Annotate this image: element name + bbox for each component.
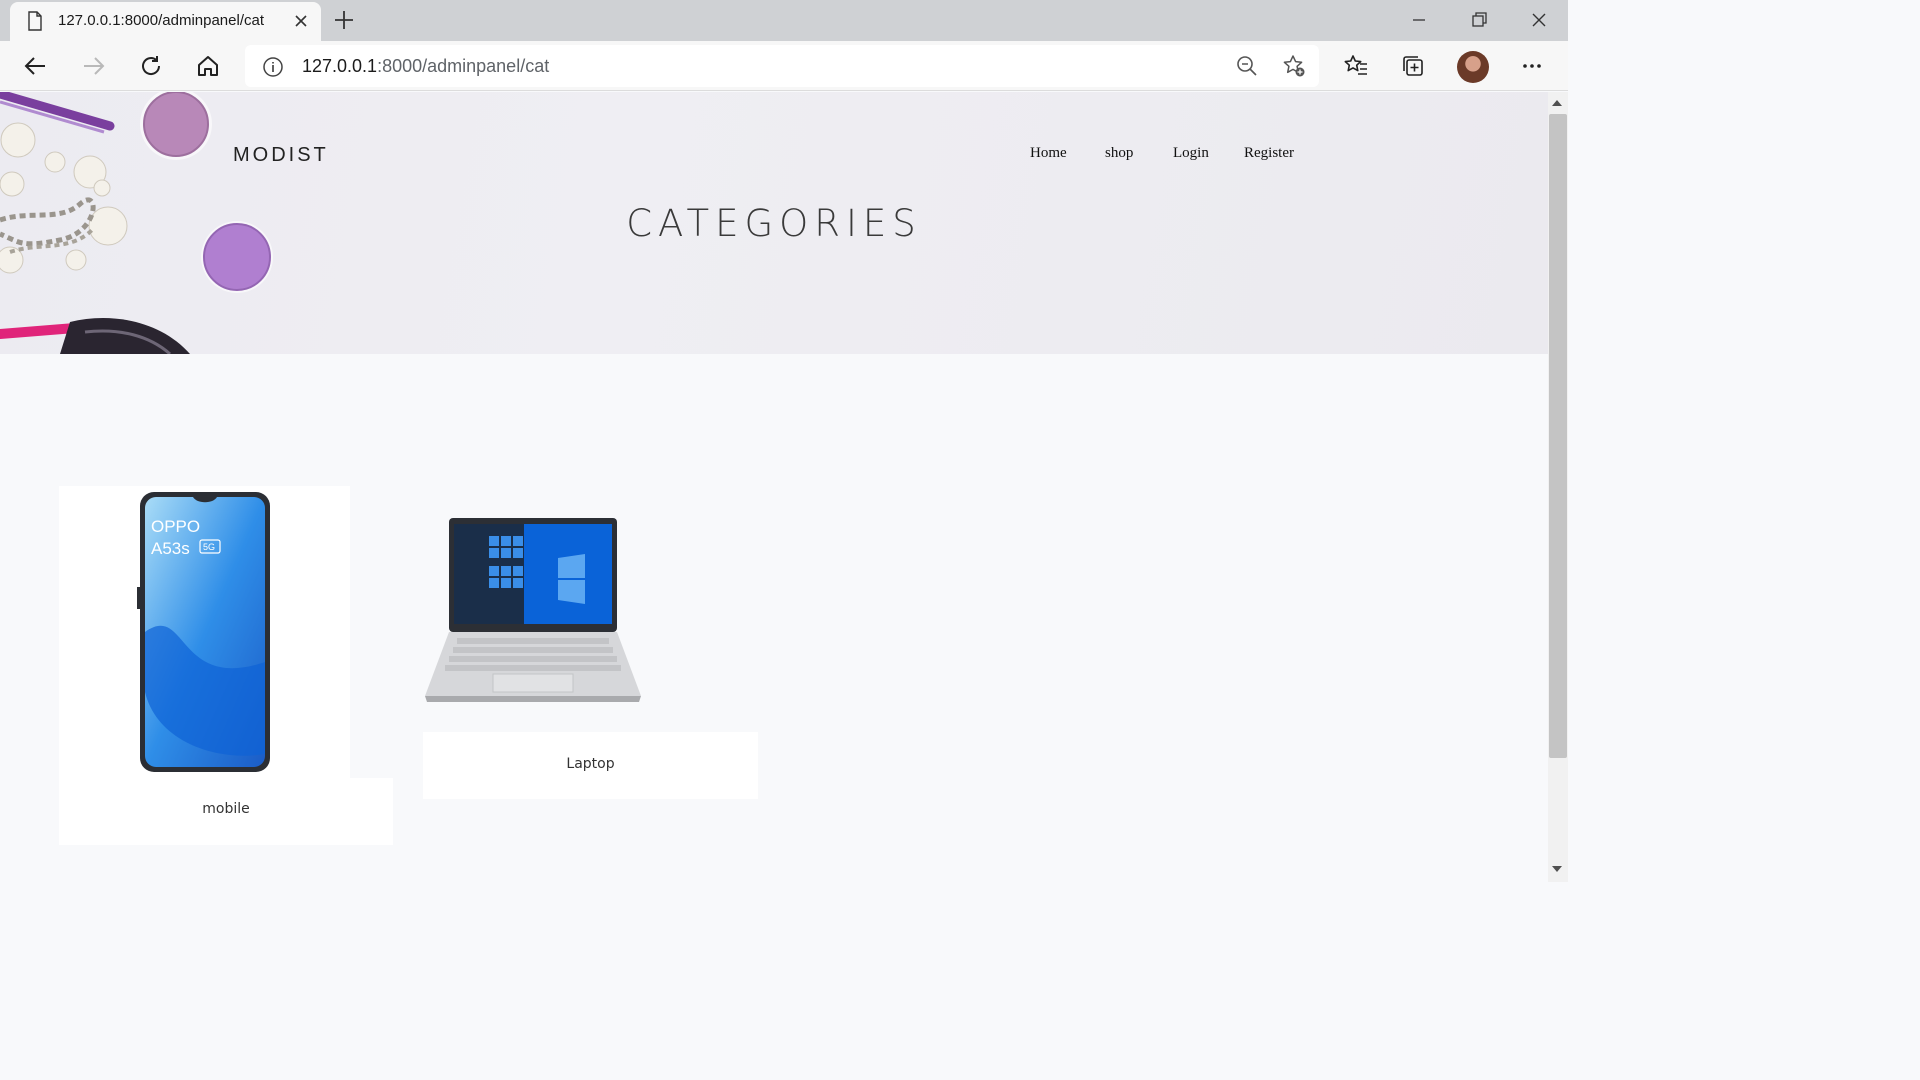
- restore-icon[interactable]: [1469, 10, 1489, 30]
- forward-icon[interactable]: [80, 53, 106, 79]
- svg-text:OPPO: OPPO: [151, 517, 200, 536]
- profile-avatar[interactable]: [1457, 51, 1489, 83]
- nav-link-register[interactable]: Register: [1244, 145, 1294, 162]
- more-options-icon[interactable]: [1519, 53, 1545, 79]
- refresh-icon[interactable]: [138, 53, 164, 79]
- home-icon[interactable]: [195, 53, 221, 79]
- minimize-icon[interactable]: [1409, 10, 1429, 30]
- page-icon: [28, 11, 42, 31]
- url-text[interactable]: 127.0.0.1:8000/adminpanel/cat: [302, 56, 549, 77]
- url-path: :8000/adminpanel/cat: [377, 56, 550, 76]
- svg-text:5G: 5G: [203, 542, 215, 552]
- zoom-out-icon[interactable]: [1234, 53, 1260, 79]
- laptop-image[interactable]: [423, 518, 643, 704]
- site-logo[interactable]: MODIST: [233, 144, 329, 167]
- close-window-icon[interactable]: [1529, 10, 1549, 30]
- favorites-icon[interactable]: [1343, 53, 1369, 79]
- close-icon[interactable]: [293, 13, 309, 29]
- address-bar[interactable]: 127.0.0.1:8000/adminpanel/cat: [245, 45, 1319, 87]
- phone-image[interactable]: OPPO A53s 5G: [137, 492, 273, 774]
- collections-icon[interactable]: [1400, 53, 1426, 79]
- category-label-mobile[interactable]: mobile: [59, 778, 393, 845]
- page-viewport: MODIST Home shop Login Register CATEGORI…: [0, 92, 1548, 882]
- back-icon[interactable]: [23, 53, 49, 79]
- scroll-up-icon[interactable]: [1550, 97, 1564, 109]
- tab-strip: 127.0.0.1:8000/adminpanel/cat: [0, 0, 1568, 41]
- scrollbar-thumb[interactable]: [1549, 114, 1567, 758]
- hero-banner: MODIST Home shop Login Register CATEGORI…: [0, 92, 1548, 354]
- url-host: 127.0.0.1: [302, 56, 378, 76]
- nav-link-login[interactable]: Login: [1173, 145, 1209, 162]
- nav-link-shop[interactable]: shop: [1105, 145, 1133, 162]
- add-favorite-icon[interactable]: [1281, 53, 1307, 79]
- nav-link-home[interactable]: Home: [1030, 145, 1067, 162]
- tab-title: 127.0.0.1:8000/adminpanel/cat: [58, 12, 264, 29]
- new-tab-icon[interactable]: [333, 9, 355, 31]
- info-icon[interactable]: [262, 56, 284, 78]
- scroll-down-icon[interactable]: [1550, 863, 1564, 875]
- svg-text:A53s: A53s: [151, 539, 190, 558]
- category-card-mobile[interactable]: OPPO A53s 5G: [59, 486, 350, 782]
- page-title: CATEGORIES: [626, 202, 922, 245]
- browser-toolbar: 127.0.0.1:8000/adminpanel/cat: [0, 41, 1568, 91]
- active-tab[interactable]: 127.0.0.1:8000/adminpanel/cat: [10, 2, 321, 41]
- category-label-laptop[interactable]: Laptop: [423, 732, 758, 799]
